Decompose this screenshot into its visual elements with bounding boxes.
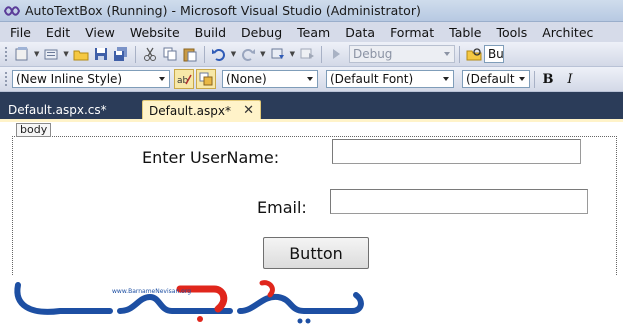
menu-view[interactable]: View — [76, 25, 121, 40]
toolbar-grip[interactable] — [4, 45, 8, 63]
open-folder-icon[interactable] — [71, 44, 91, 64]
find-in-files-icon[interactable] — [464, 44, 484, 64]
menu-team[interactable]: Team — [288, 25, 336, 40]
navigate-backward-icon[interactable] — [268, 44, 288, 64]
chevron-down-icon[interactable] — [439, 71, 453, 87]
style-application-combo[interactable]: (New Inline Style) — [12, 70, 170, 88]
find-combo[interactable]: Bu — [483, 45, 504, 63]
visual-studio-window: AutoTextBox (Running) - Microsoft Visual… — [0, 0, 623, 325]
undo-dropdown-icon[interactable]: ▼ — [231, 50, 236, 58]
menu-format[interactable]: Format — [381, 25, 440, 40]
toolbar-grip[interactable] — [4, 70, 8, 88]
standard-toolbar: ▼ ▼ ▼ ▼ ▼ Debug Bu — [0, 42, 623, 67]
paste-icon[interactable] — [180, 44, 200, 64]
menu-edit[interactable]: Edit — [37, 25, 76, 40]
document-tab-strip: Default.aspx.cs* Default.aspx* ✕ — [0, 92, 623, 120]
add-item-icon[interactable] — [41, 44, 61, 64]
watermark-logo: www.BarnameNevisan.org — [0, 275, 623, 325]
tab-default-aspx[interactable]: Default.aspx* ✕ — [142, 100, 261, 120]
formatting-toolbar: (New Inline Style) ab (None) (Default Fo… — [0, 67, 623, 92]
add-item-dropdown-icon[interactable]: ▼ — [63, 50, 68, 58]
menu-file[interactable]: File — [0, 25, 37, 40]
toolbar-separator — [134, 45, 136, 63]
toolbar-separator — [320, 45, 322, 63]
menu-architecture[interactable]: Architec — [533, 25, 599, 40]
window-title: AutoTextBox (Running) - Microsoft Visual… — [25, 3, 421, 18]
username-label: Enter UserName: — [142, 148, 280, 167]
toolbar-separator — [534, 70, 535, 88]
username-textbox[interactable] — [332, 139, 581, 164]
menu-data[interactable]: Data — [336, 25, 381, 40]
font-name-combo[interactable]: (Default Font) — [326, 70, 454, 88]
tab-label: Default.aspx* — [149, 103, 231, 118]
navigate-forward-icon[interactable] — [297, 44, 317, 64]
toolbar-separator — [458, 45, 460, 63]
undo-icon[interactable] — [209, 44, 229, 64]
menu-tools[interactable]: Tools — [487, 25, 533, 40]
watermark-site-text: www.BarnameNevisan.org — [112, 288, 191, 295]
chevron-down-icon[interactable] — [440, 46, 454, 62]
italic-button[interactable]: I — [561, 70, 579, 88]
visual-studio-icon — [4, 5, 20, 16]
body-tag-label[interactable]: body — [16, 123, 52, 137]
barnamenevisan-logo-icon: www.BarnameNevisan.org — [14, 280, 364, 324]
svg-text:ab: ab — [177, 76, 189, 86]
tab-default-aspx-cs[interactable]: Default.aspx.cs* — [8, 100, 107, 120]
font-size-combo[interactable]: (Default — [462, 70, 530, 88]
new-style-icon[interactable]: ab — [174, 69, 194, 89]
solution-configuration-combo[interactable]: Debug — [348, 45, 455, 63]
redo-icon[interactable] — [238, 44, 258, 64]
menu-bar: File Edit View Website Build Debug Team … — [0, 22, 623, 42]
cut-icon[interactable] — [140, 44, 160, 64]
title-bar: AutoTextBox (Running) - Microsoft Visual… — [0, 0, 623, 22]
menu-table[interactable]: Table — [440, 25, 487, 40]
new-project-dropdown-icon[interactable]: ▼ — [34, 50, 39, 58]
design-surface[interactable]: body Enter UserName: Email: Button — [0, 122, 623, 281]
close-icon[interactable]: ✕ — [243, 104, 254, 117]
copy-icon[interactable] — [160, 44, 180, 64]
new-project-icon[interactable] — [12, 44, 32, 64]
tab-label: Default.aspx.cs* — [8, 103, 107, 117]
redo-dropdown-icon[interactable]: ▼ — [260, 50, 265, 58]
save-icon[interactable] — [91, 44, 111, 64]
email-textbox[interactable] — [330, 189, 588, 214]
email-label: Email: — [257, 198, 307, 217]
start-debugging-icon[interactable] — [326, 44, 346, 64]
bold-button[interactable]: B — [539, 70, 557, 88]
attach-style-sheet-icon[interactable] — [196, 69, 216, 89]
chevron-down-icon[interactable] — [303, 71, 317, 87]
save-all-icon[interactable] — [111, 44, 131, 64]
menu-website[interactable]: Website — [121, 25, 186, 40]
menu-build[interactable]: Build — [186, 25, 232, 40]
chevron-down-icon[interactable] — [515, 71, 529, 87]
navigate-dropdown-icon[interactable]: ▼ — [290, 50, 295, 58]
submit-button[interactable]: Button — [263, 237, 369, 269]
target-rule-combo[interactable]: (None) — [222, 70, 318, 88]
toolbar-separator — [203, 45, 205, 63]
menu-debug[interactable]: Debug — [232, 25, 288, 40]
chevron-down-icon[interactable] — [155, 71, 169, 87]
